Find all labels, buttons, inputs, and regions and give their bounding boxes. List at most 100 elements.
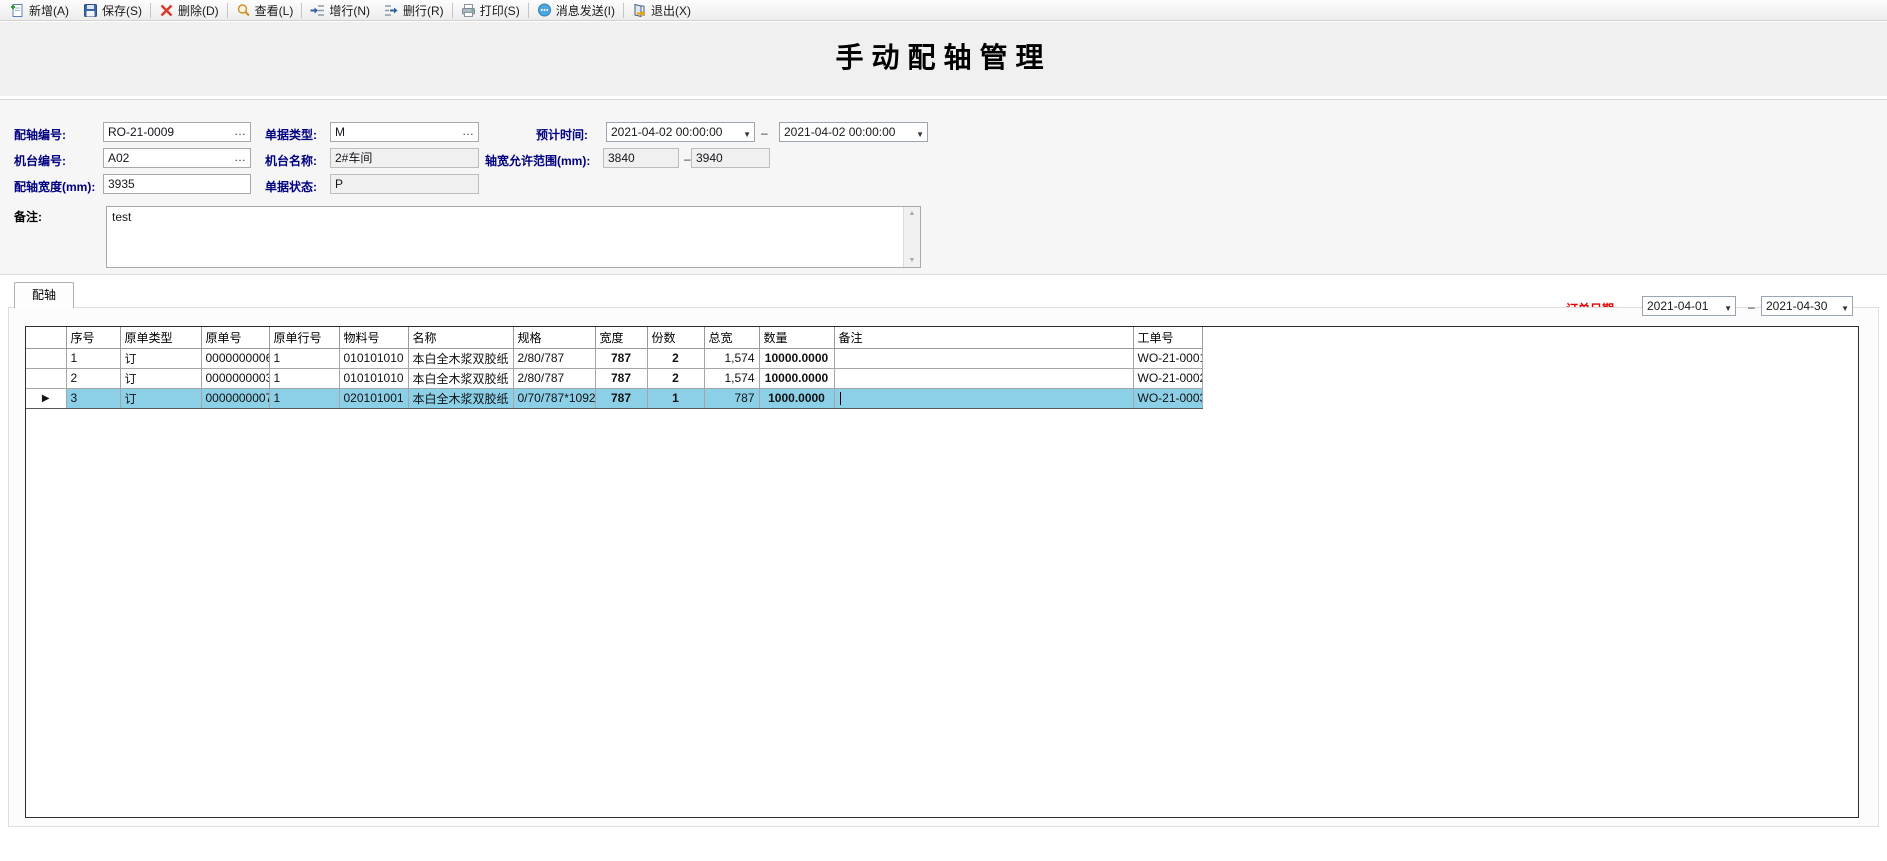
new-button[interactable]: 新增(A) [3, 0, 76, 21]
column-header[interactable]: 备注 [834, 327, 1133, 348]
table-cell-width[interactable]: 787 [595, 348, 647, 368]
table-cell-qty[interactable]: 10000.0000 [759, 348, 834, 368]
table-cell-src_line[interactable]: 1 [269, 348, 339, 368]
table-cell-name[interactable]: 本白全木浆双胶纸 [408, 368, 513, 388]
table-cell-copies[interactable]: 1 [647, 388, 704, 408]
table-cell-src_line[interactable]: 1 [269, 368, 339, 388]
table-cell-copies[interactable]: 2 [647, 368, 704, 388]
table-cell-width[interactable]: 787 [595, 368, 647, 388]
exit-button[interactable]: 退出(X) [625, 0, 698, 21]
ellipsis-icon[interactable]: … [234, 150, 247, 165]
table-row[interactable]: 2订00000000031010101010本白全木浆双胶纸2/80/78778… [26, 368, 1202, 388]
order-date-to-select[interactable]: 2021-04-30 ▼ [1761, 296, 1853, 316]
tab-peizhou[interactable]: 配轴 [14, 282, 74, 308]
table-body: 1订00000000061010101010本白全木浆双胶纸2/80/78778… [26, 348, 1202, 408]
row-selector-cell[interactable] [26, 348, 66, 368]
column-header[interactable]: 序号 [66, 327, 120, 348]
table-cell-seq[interactable]: 2 [66, 368, 120, 388]
print-icon [461, 3, 476, 18]
axis-width-input[interactable]: 3935 [103, 174, 251, 194]
order-date-from-select[interactable]: 2021-04-01 ▼ [1642, 296, 1736, 316]
column-header[interactable]: 名称 [408, 327, 513, 348]
table-cell-material[interactable]: 010101010 [339, 348, 408, 368]
table-cell-qty[interactable]: 1000.0000 [759, 388, 834, 408]
ellipsis-icon[interactable]: … [462, 124, 475, 139]
print-button[interactable]: 打印(S) [454, 0, 527, 21]
table-cell-qty[interactable]: 10000.0000 [759, 368, 834, 388]
table-cell-seq[interactable]: 1 [66, 348, 120, 368]
delete-button[interactable]: 删除(D) [152, 0, 226, 21]
table-cell-remark[interactable] [834, 368, 1133, 388]
table-cell-src_no[interactable]: 0000000007 [201, 388, 269, 408]
remark-label: 备注: [14, 208, 42, 225]
add-row-button[interactable]: 增行(N) [303, 0, 377, 21]
table-cell-spec[interactable]: 2/80/787 [513, 368, 595, 388]
scroll-down-icon[interactable]: ▼ [904, 257, 920, 264]
table-cell-name[interactable]: 本白全木浆双胶纸 [408, 348, 513, 368]
column-header[interactable]: 总宽 [704, 327, 759, 348]
add-row-icon [310, 3, 325, 18]
doc-type-label: 单据类型: [265, 126, 317, 143]
table-cell-src_type[interactable]: 订 [120, 368, 201, 388]
peizhou-no-input[interactable]: RO-21-0009 … [103, 122, 251, 142]
expected-time-to-select[interactable]: 2021-04-02 00:00:00 ▼ [779, 122, 928, 142]
page-title: 手动配轴管理 [0, 36, 1887, 76]
table-cell-total_width[interactable]: 1,574 [704, 348, 759, 368]
table-cell-src_type[interactable]: 订 [120, 348, 201, 368]
textarea-scrollbar[interactable]: ▲ ▼ [903, 207, 920, 267]
table-cell-work_no[interactable]: WO-21-0001 [1133, 348, 1202, 368]
table-cell-width[interactable]: 787 [595, 388, 647, 408]
save-button[interactable]: 保存(S) [76, 0, 149, 21]
chevron-down-icon[interactable]: ▼ [743, 127, 751, 142]
doc-status-label: 单据状态: [265, 178, 317, 195]
column-header[interactable]: 工单号 [1133, 327, 1202, 348]
column-header[interactable] [26, 327, 66, 348]
table-cell-total_width[interactable]: 1,574 [704, 368, 759, 388]
doc-type-input[interactable]: M … [330, 122, 479, 142]
table-cell-name[interactable]: 本白全木浆双胶纸 [408, 388, 513, 408]
column-header[interactable]: 原单类型 [120, 327, 201, 348]
column-header[interactable]: 原单行号 [269, 327, 339, 348]
ellipsis-icon[interactable]: … [234, 124, 247, 139]
column-header[interactable]: 规格 [513, 327, 595, 348]
table-cell-work_no[interactable]: WO-21-0002 [1133, 368, 1202, 388]
send-message-button[interactable]: 消息发送(I) [530, 0, 622, 21]
chevron-down-icon[interactable]: ▼ [1724, 301, 1732, 316]
column-header[interactable]: 原单号 [201, 327, 269, 348]
chevron-down-icon[interactable]: ▼ [916, 127, 924, 142]
width-range-to-input[interactable]: 3940 [691, 148, 770, 168]
table-row[interactable]: 1订00000000061010101010本白全木浆双胶纸2/80/78778… [26, 348, 1202, 368]
column-header[interactable]: 宽度 [595, 327, 647, 348]
table-cell-seq[interactable]: 3 [66, 388, 120, 408]
table-cell-src_no[interactable]: 0000000003 [201, 368, 269, 388]
column-header[interactable]: 份数 [647, 327, 704, 348]
remark-textarea[interactable]: test ▲ ▼ [106, 206, 921, 268]
table-cell-spec[interactable]: 0/70/787*1092 [513, 388, 595, 408]
column-header[interactable]: 物料号 [339, 327, 408, 348]
table-cell-src_no[interactable]: 0000000006 [201, 348, 269, 368]
table-cell-work_no[interactable]: WO-21-0003 [1133, 388, 1202, 408]
doc-status-input[interactable]: P [330, 174, 479, 194]
table-cell-material[interactable]: 010101010 [339, 368, 408, 388]
machine-name-input[interactable]: 2#车间 [330, 148, 479, 168]
row-selector-cell[interactable]: ▶ [26, 388, 66, 408]
table-cell-src_type[interactable]: 订 [120, 388, 201, 408]
table-cell-copies[interactable]: 2 [647, 348, 704, 368]
table-cell-total_width[interactable]: 787 [704, 388, 759, 408]
table-cell-src_line[interactable]: 1 [269, 388, 339, 408]
expected-time-from-select[interactable]: 2021-04-02 00:00:00 ▼ [606, 122, 755, 142]
row-selector-cell[interactable] [26, 368, 66, 388]
scroll-up-icon[interactable]: ▲ [904, 210, 920, 217]
table-cell-remark[interactable] [834, 388, 1133, 408]
table-row[interactable]: ▶3订00000000071020101001本白全木浆双胶纸0/70/787*… [26, 388, 1202, 408]
machine-no-input[interactable]: A02 … [103, 148, 251, 168]
view-button[interactable]: 查看(L) [229, 0, 301, 21]
chevron-down-icon[interactable]: ▼ [1841, 301, 1849, 316]
table-cell-remark[interactable] [834, 348, 1133, 368]
table-cell-spec[interactable]: 2/80/787 [513, 348, 595, 368]
delete-row-button[interactable]: 删行(R) [377, 0, 451, 21]
detail-grid: 序号原单类型原单号原单行号物料号名称规格宽度份数总宽数量备注工单号 1订0000… [25, 326, 1859, 818]
column-header[interactable]: 数量 [759, 327, 834, 348]
width-range-from-input[interactable]: 3840 [603, 148, 679, 168]
table-cell-material[interactable]: 020101001 [339, 388, 408, 408]
